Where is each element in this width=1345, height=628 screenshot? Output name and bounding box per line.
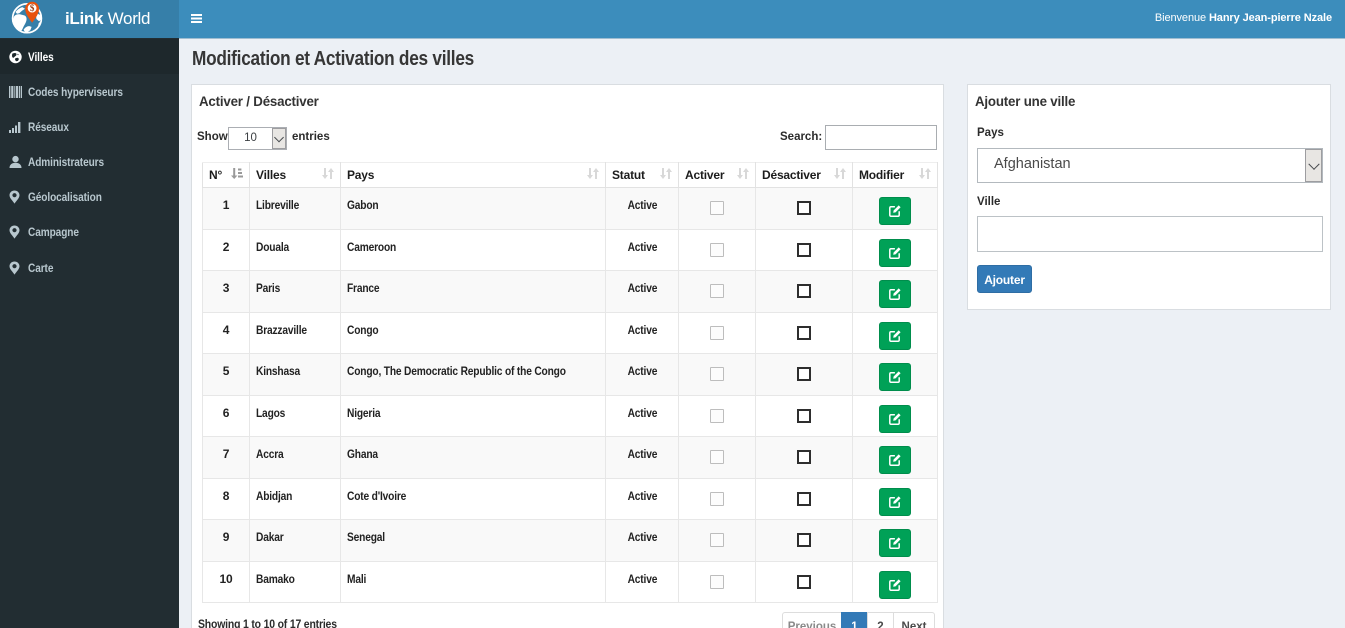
svg-text:$: $ bbox=[30, 3, 35, 13]
